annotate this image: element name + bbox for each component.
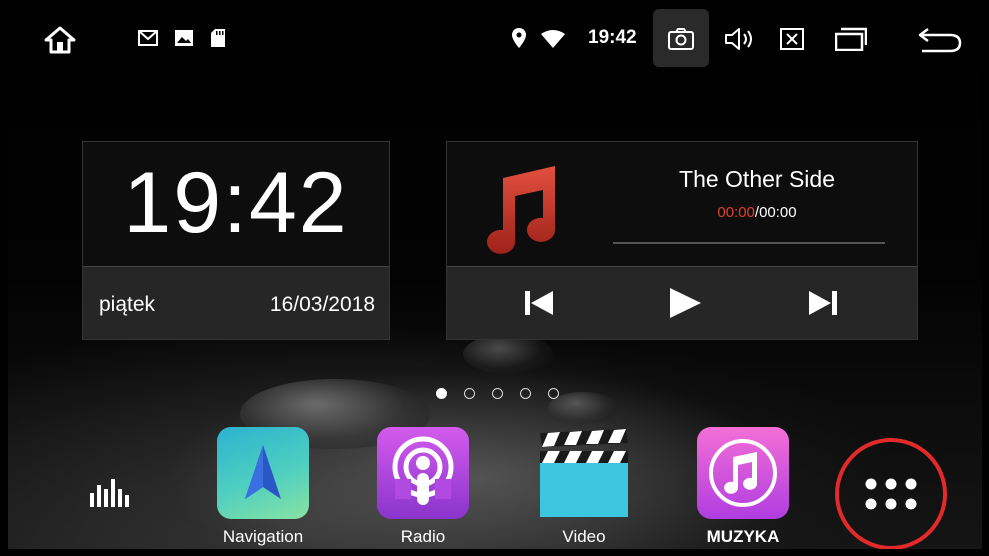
track-total-time: 00:00	[759, 204, 797, 221]
page-dot[interactable]	[436, 388, 447, 399]
app-label: MUZYKA	[706, 527, 780, 546]
music-controls	[447, 266, 917, 339]
page-dot[interactable]	[464, 388, 475, 399]
track-title: The Other Side	[679, 166, 835, 192]
page-dot[interactable]	[548, 388, 559, 399]
track-progress: 00:00/00:00	[617, 204, 897, 221]
close-box-icon[interactable]	[779, 27, 805, 51]
app-label: Radio	[400, 527, 446, 546]
app-navigation[interactable]: Navigation	[213, 427, 313, 547]
podcast-icon	[377, 427, 469, 519]
clock-time: 19:42	[123, 155, 349, 251]
image-icon	[174, 29, 194, 47]
app-video[interactable]: Video	[534, 427, 634, 547]
back-icon[interactable]	[918, 27, 962, 53]
track-progress-bar[interactable]	[613, 242, 885, 244]
clock-widget[interactable]: 19:42 piątek 16/03/2018	[82, 141, 390, 340]
music-widget[interactable]: The Other Side 00:00/00:00	[446, 141, 918, 340]
equalizer-icon[interactable]	[90, 477, 130, 512]
play-button[interactable]	[665, 285, 705, 321]
app-label: Navigation	[222, 527, 304, 546]
music-note-icon	[697, 427, 789, 519]
location-icon	[511, 27, 527, 49]
next-track-button[interactable]	[803, 285, 843, 321]
app-drawer-icon	[865, 478, 917, 510]
page-dot[interactable]	[492, 388, 503, 399]
clock-date: 16/03/2018	[269, 293, 375, 316]
music-note-icon	[469, 164, 563, 258]
clock-day: piątek	[99, 293, 156, 316]
page-indicator	[436, 388, 559, 402]
app-label: Video	[562, 527, 606, 546]
navigation-arrow-icon	[217, 427, 309, 519]
status-bar: 19:42	[8, 7, 982, 69]
status-time: 19:42	[588, 27, 637, 48]
track-current-time: 00:00	[717, 204, 755, 221]
previous-track-button[interactable]	[519, 285, 559, 321]
gmail-icon	[138, 29, 158, 47]
sd-card-icon	[210, 28, 226, 48]
page-dot[interactable]	[520, 388, 531, 399]
clock-date-bar: piątek 16/03/2018	[83, 266, 389, 339]
camera-icon[interactable]	[667, 27, 695, 51]
app-muzyka[interactable]: MUZYKA	[693, 427, 793, 547]
wifi-icon	[540, 29, 566, 49]
app-radio[interactable]: Radio	[373, 427, 473, 547]
home-icon[interactable]	[40, 23, 80, 57]
screen: 19:42 19:42 piątek 16/03/2018 The Other …	[8, 7, 982, 549]
app-drawer-button[interactable]	[835, 438, 947, 549]
water-drop-decoration	[463, 334, 553, 374]
volume-icon[interactable]	[723, 26, 757, 52]
clapperboard-icon	[538, 427, 630, 519]
recent-apps-icon[interactable]	[834, 26, 868, 52]
